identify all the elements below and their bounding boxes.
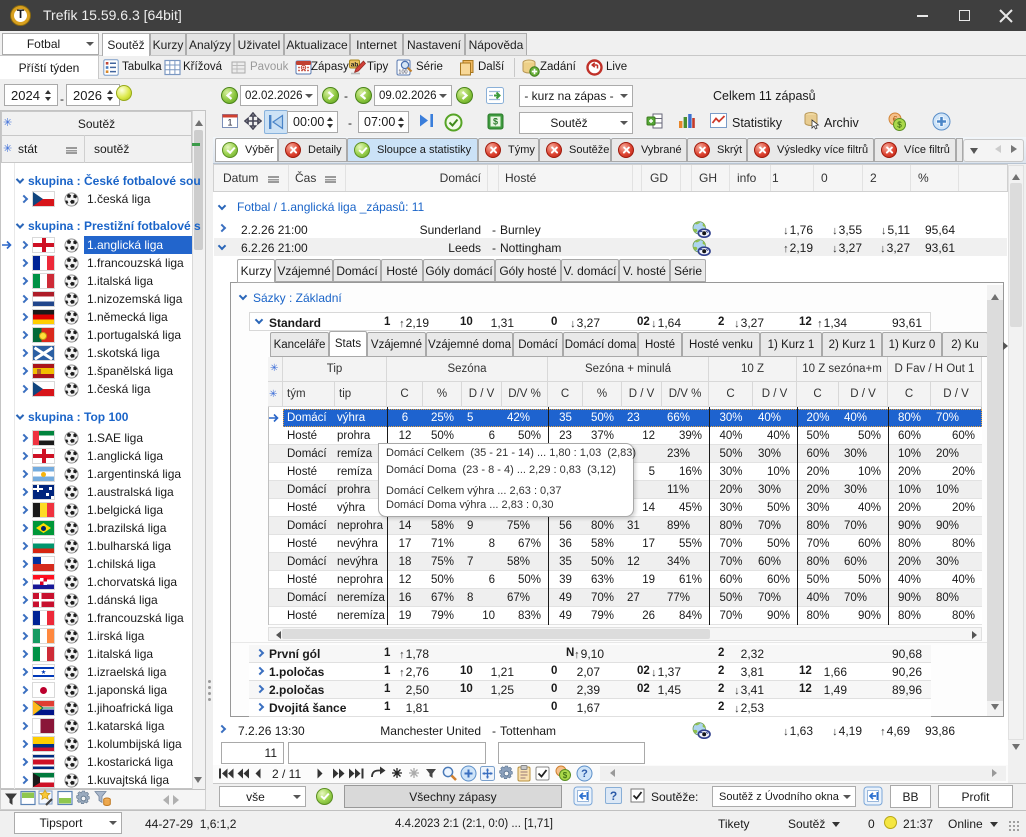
svg-text:$: $ bbox=[493, 117, 498, 127]
svg-text:100: 100 bbox=[398, 70, 407, 76]
svg-text:$: $ bbox=[563, 771, 568, 780]
svg-text:$: $ bbox=[897, 121, 902, 130]
svg-text:?: ? bbox=[581, 768, 588, 780]
svg-text:1: 1 bbox=[227, 118, 232, 128]
